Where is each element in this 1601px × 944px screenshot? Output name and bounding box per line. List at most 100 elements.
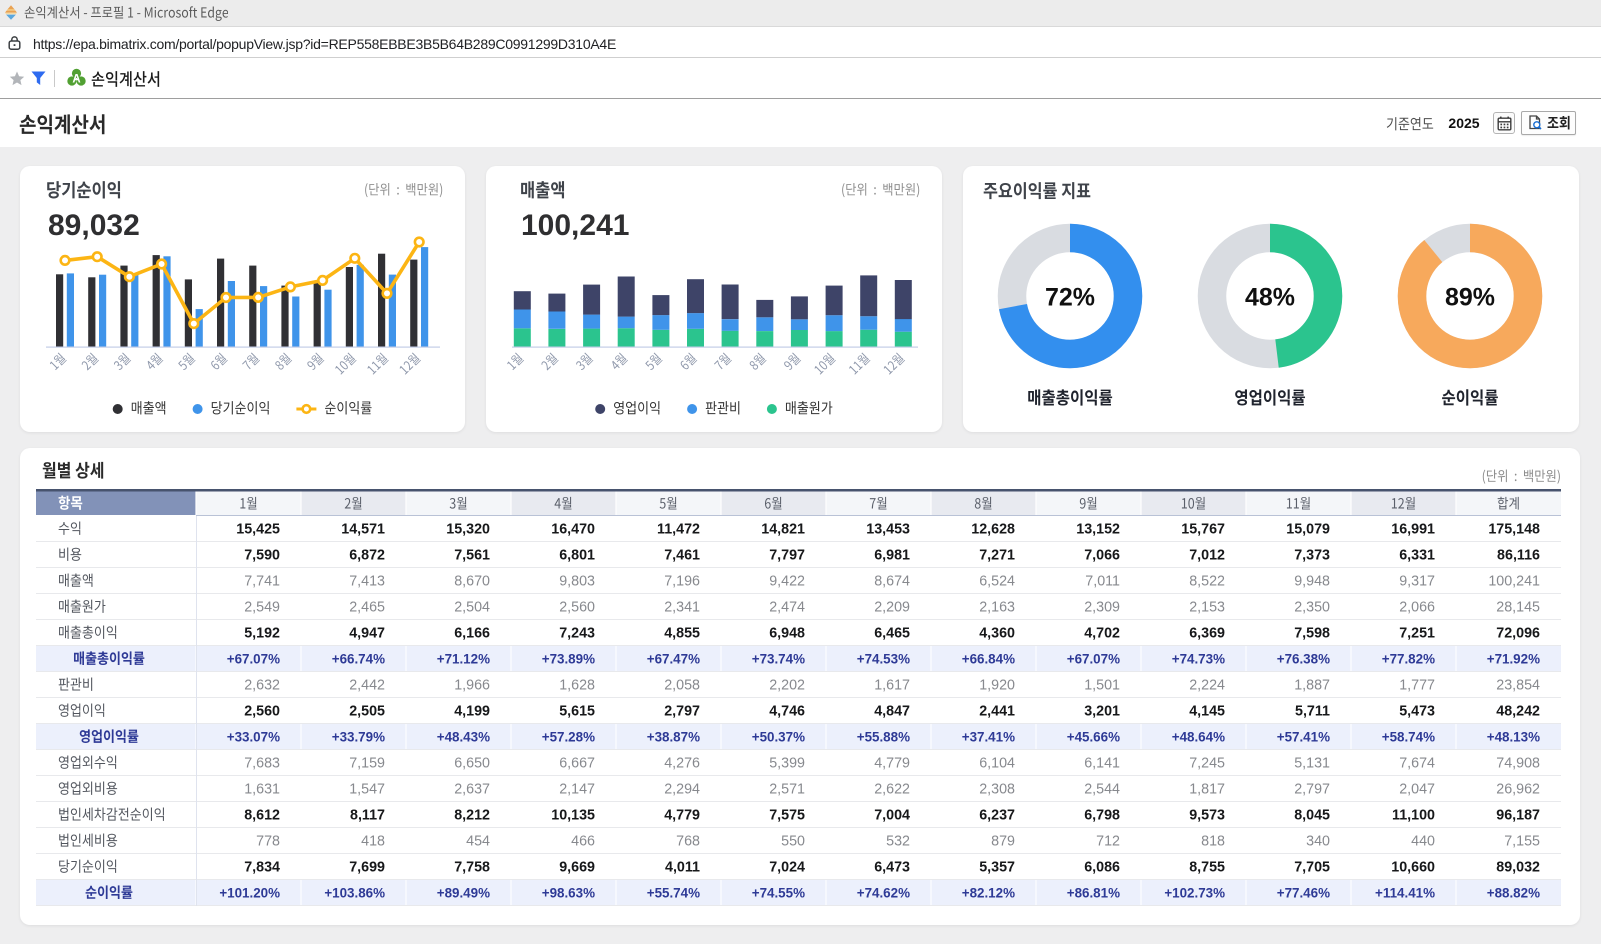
svg-text:2,341: 2,341 bbox=[664, 600, 700, 616]
svg-text:+48.43%: +48.43% bbox=[437, 730, 490, 745]
svg-text:2,560: 2,560 bbox=[244, 704, 280, 720]
svg-text:7,598: 7,598 bbox=[1294, 626, 1330, 642]
svg-text:+74.62%: +74.62% bbox=[857, 886, 910, 901]
svg-text:2,549: 2,549 bbox=[244, 600, 280, 616]
svg-text:7,159: 7,159 bbox=[349, 756, 385, 772]
svg-text:6,801: 6,801 bbox=[559, 548, 595, 564]
svg-text:1,887: 1,887 bbox=[1294, 678, 1330, 694]
svg-text:2,153: 2,153 bbox=[1189, 600, 1225, 616]
svg-text:13,152: 13,152 bbox=[1076, 522, 1120, 538]
svg-text:+48.64%: +48.64% bbox=[1172, 730, 1225, 745]
svg-text:+103.86%: +103.86% bbox=[324, 886, 385, 901]
svg-text:+50.37%: +50.37% bbox=[752, 730, 805, 745]
svg-text:+89.49%: +89.49% bbox=[437, 886, 490, 901]
svg-text:7,011: 7,011 bbox=[1085, 574, 1120, 590]
svg-text:15,767: 15,767 bbox=[1181, 522, 1225, 538]
svg-text:2,505: 2,505 bbox=[349, 704, 385, 720]
svg-text:+57.28%: +57.28% bbox=[542, 730, 595, 745]
svg-text:7,012: 7,012 bbox=[1189, 548, 1225, 564]
svg-text:454: 454 bbox=[466, 834, 490, 850]
svg-text:48,242: 48,242 bbox=[1496, 704, 1540, 720]
svg-text:4,011: 4,011 bbox=[665, 860, 700, 876]
svg-text:89%: 89% bbox=[1445, 283, 1495, 311]
svg-text:4,947: 4,947 bbox=[349, 626, 385, 642]
svg-text:89,032: 89,032 bbox=[1496, 860, 1540, 876]
svg-text:4,276: 4,276 bbox=[664, 756, 700, 772]
svg-text:2,224: 2,224 bbox=[1189, 678, 1225, 694]
svg-text:1,777: 1,777 bbox=[1399, 678, 1435, 694]
svg-text:6,465: 6,465 bbox=[874, 626, 910, 642]
svg-text:72%: 72% bbox=[1045, 283, 1095, 311]
svg-text:8,212: 8,212 bbox=[454, 808, 490, 824]
svg-text:5,192: 5,192 bbox=[244, 626, 280, 642]
svg-text:6,331: 6,331 bbox=[1399, 548, 1435, 564]
svg-text:8,612: 8,612 bbox=[244, 808, 280, 824]
svg-text:+66.84%: +66.84% bbox=[962, 652, 1015, 667]
svg-text:4,145: 4,145 bbox=[1189, 704, 1225, 720]
svg-text:74,908: 74,908 bbox=[1496, 756, 1540, 772]
svg-text:+57.41%: +57.41% bbox=[1277, 730, 1330, 745]
svg-text:5,131: 5,131 bbox=[1294, 756, 1330, 772]
svg-text:26,962: 26,962 bbox=[1496, 782, 1540, 798]
svg-text:2,163: 2,163 bbox=[979, 600, 1015, 616]
svg-text:+33.07%: +33.07% bbox=[227, 730, 280, 745]
svg-text:7,271: 7,271 bbox=[979, 548, 1015, 564]
svg-text:8,670: 8,670 bbox=[454, 574, 490, 590]
svg-text:2,441: 2,441 bbox=[979, 704, 1015, 720]
svg-text:+58.74%: +58.74% bbox=[1382, 730, 1435, 745]
svg-text:6,237: 6,237 bbox=[979, 808, 1015, 824]
svg-text:712: 712 bbox=[1096, 834, 1120, 850]
svg-text:11,472: 11,472 bbox=[657, 522, 700, 538]
svg-text:8,674: 8,674 bbox=[874, 574, 910, 590]
svg-text:818: 818 bbox=[1201, 834, 1225, 850]
svg-text:4,847: 4,847 bbox=[874, 704, 910, 720]
svg-text:+48.13%: +48.13% bbox=[1487, 730, 1540, 745]
svg-text:2,066: 2,066 bbox=[1399, 600, 1435, 616]
svg-text:1,617: 1,617 bbox=[874, 678, 910, 694]
svg-text:+77.82%: +77.82% bbox=[1382, 652, 1435, 667]
svg-text:340: 340 bbox=[1306, 834, 1330, 850]
svg-text:7,373: 7,373 bbox=[1294, 548, 1330, 564]
svg-text:2,622: 2,622 bbox=[874, 782, 910, 798]
svg-text:+102.73%: +102.73% bbox=[1164, 886, 1225, 901]
svg-text:6,086: 6,086 bbox=[1084, 860, 1120, 876]
svg-text:2,571: 2,571 bbox=[769, 782, 805, 798]
svg-text:72,096: 72,096 bbox=[1496, 626, 1540, 642]
svg-text:1,817: 1,817 bbox=[1189, 782, 1225, 798]
svg-text:9,803: 9,803 bbox=[559, 574, 595, 590]
svg-text:14,821: 14,821 bbox=[761, 522, 805, 538]
svg-text:7,590: 7,590 bbox=[244, 548, 280, 564]
svg-text:2,797: 2,797 bbox=[1294, 782, 1330, 798]
svg-text:2,308: 2,308 bbox=[979, 782, 1015, 798]
svg-text:+82.12%: +82.12% bbox=[962, 886, 1015, 901]
svg-text:7,575: 7,575 bbox=[769, 808, 805, 824]
svg-text:4,360: 4,360 bbox=[979, 626, 1015, 642]
svg-text:7,251: 7,251 bbox=[1399, 626, 1435, 642]
svg-text:4,855: 4,855 bbox=[664, 626, 700, 642]
svg-text:+33.79%: +33.79% bbox=[332, 730, 385, 745]
svg-text:6,667: 6,667 bbox=[559, 756, 595, 772]
svg-text:2,544: 2,544 bbox=[1084, 782, 1120, 798]
svg-text:12,628: 12,628 bbox=[971, 522, 1015, 538]
svg-text:4,702: 4,702 bbox=[1084, 626, 1120, 642]
svg-text:440: 440 bbox=[1411, 834, 1435, 850]
svg-text:1,547: 1,547 bbox=[349, 782, 385, 798]
svg-text:9,422: 9,422 bbox=[769, 574, 805, 590]
svg-text:11,100: 11,100 bbox=[1392, 808, 1435, 824]
svg-text:2,209: 2,209 bbox=[874, 600, 910, 616]
svg-text:6,981: 6,981 bbox=[874, 548, 910, 564]
svg-text:+73.89%: +73.89% bbox=[542, 652, 595, 667]
svg-text:6,872: 6,872 bbox=[349, 548, 385, 564]
svg-text:14,571: 14,571 bbox=[341, 522, 385, 538]
svg-text:+55.88%: +55.88% bbox=[857, 730, 910, 745]
svg-text:86,116: 86,116 bbox=[1497, 548, 1540, 564]
svg-text:2,504: 2,504 bbox=[454, 600, 490, 616]
svg-text:8,045: 8,045 bbox=[1294, 808, 1330, 824]
svg-text:2,350: 2,350 bbox=[1294, 600, 1330, 616]
svg-text:879: 879 bbox=[991, 834, 1015, 850]
svg-text:2,637: 2,637 bbox=[454, 782, 490, 798]
svg-text:7,461: 7,461 bbox=[664, 548, 700, 564]
svg-text:+45.66%: +45.66% bbox=[1067, 730, 1120, 745]
svg-text:2,465: 2,465 bbox=[349, 600, 385, 616]
svg-text:+98.63%: +98.63% bbox=[542, 886, 595, 901]
